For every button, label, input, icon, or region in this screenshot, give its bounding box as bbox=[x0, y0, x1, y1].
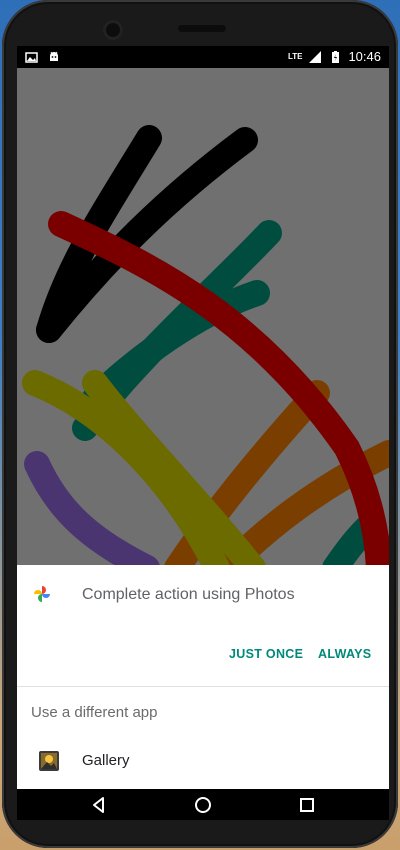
photos-app-icon bbox=[34, 586, 50, 602]
network-type: LTE bbox=[287, 52, 303, 61]
gallery-icon bbox=[39, 751, 59, 771]
navigation-bar bbox=[17, 789, 389, 820]
status-bar: LTE 10:46 bbox=[17, 46, 389, 68]
always-button[interactable]: ALWAYS bbox=[318, 647, 371, 661]
use-different-app-label: Use a different app bbox=[31, 704, 158, 721]
recents-icon[interactable] bbox=[297, 795, 317, 815]
back-icon[interactable] bbox=[89, 795, 109, 815]
home-icon[interactable] bbox=[193, 795, 213, 815]
gallery-notification-icon bbox=[25, 52, 38, 63]
phone-frame: LTE 10:46 Complete action using Photos J… bbox=[2, 0, 398, 848]
just-once-button[interactable]: JUST ONCE bbox=[229, 647, 303, 661]
earpiece-speaker bbox=[178, 25, 226, 32]
android-icon bbox=[50, 51, 58, 61]
drawing-strokes bbox=[22, 125, 389, 568]
app-label: Gallery bbox=[82, 752, 130, 769]
screen: LTE 10:46 Complete action using Photos J… bbox=[17, 46, 389, 820]
divider bbox=[17, 686, 389, 687]
clock: 10:46 bbox=[348, 49, 381, 64]
drawing-canvas[interactable] bbox=[17, 68, 389, 568]
app-item-gallery[interactable]: Gallery bbox=[17, 741, 389, 787]
signal-icon bbox=[309, 50, 322, 63]
stroke-purple bbox=[24, 451, 160, 568]
front-camera bbox=[103, 20, 123, 40]
chooser-title: Complete action using Photos bbox=[82, 586, 295, 603]
chooser-sheet: Complete action using Photos JUST ONCE A… bbox=[17, 565, 389, 789]
battery-icon bbox=[332, 50, 340, 63]
